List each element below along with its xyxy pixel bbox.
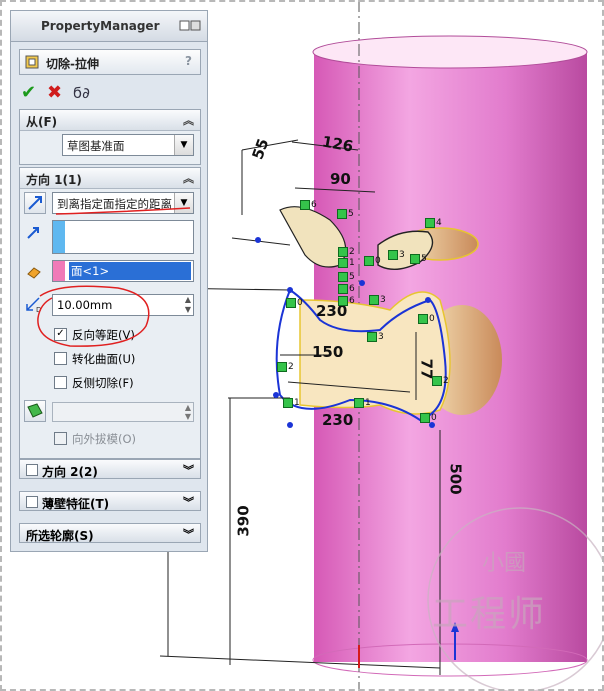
- image-frame: [0, 0, 604, 691]
